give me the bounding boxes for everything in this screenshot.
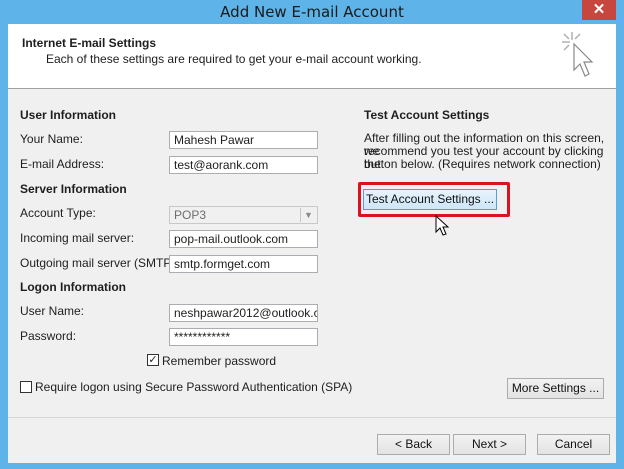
title-bar: Add New E-mail Account ✕: [0, 0, 624, 24]
user-name-label: User Name:: [20, 304, 85, 318]
back-button[interactable]: < Back: [377, 434, 450, 455]
check-icon: ✓: [148, 354, 158, 366]
window-border-right: [616, 24, 624, 469]
account-type-label: Account Type:: [20, 206, 96, 220]
logon-info-heading: Logon Information: [20, 280, 126, 294]
wizard-header: Internet E-mail Settings Each of these s…: [8, 24, 616, 89]
window-border-left: [0, 24, 8, 469]
add-email-account-window: Add New E-mail Account ✕ Internet E-mail…: [0, 0, 624, 469]
account-type-dropdown: POP3 ▼: [169, 206, 318, 224]
window-border-bottom: [0, 463, 624, 469]
server-info-heading: Server Information: [20, 182, 127, 196]
outgoing-server-label: Outgoing mail server (SMTP):: [20, 256, 179, 270]
more-settings-button[interactable]: More Settings ...: [507, 378, 604, 399]
window-title: Add New E-mail Account: [220, 3, 404, 21]
email-address-label: E-mail Address:: [20, 157, 105, 171]
wizard-cursor-icon: [562, 32, 594, 77]
password-label: Password:: [20, 329, 77, 343]
spa-checkbox[interactable]: [20, 381, 32, 393]
incoming-server-field[interactable]: pop-mail.outlook.com: [169, 230, 318, 248]
incoming-server-label: Incoming mail server:: [20, 231, 135, 245]
footer-divider: [8, 417, 616, 418]
next-button[interactable]: Next >: [453, 434, 526, 455]
your-name-label: Your Name:: [20, 132, 83, 146]
user-name-field[interactable]: neshpawar2012@outlook.com: [169, 304, 318, 322]
account-type-value: POP3: [174, 208, 207, 222]
password-field[interactable]: ************: [169, 328, 318, 346]
outgoing-server-field[interactable]: smtp.formget.com: [169, 255, 318, 273]
test-account-settings-button[interactable]: Test Account Settings ...: [363, 189, 497, 210]
close-button[interactable]: ✕: [582, 0, 616, 20]
header-title: Internet E-mail Settings: [22, 36, 157, 50]
remember-password-label: Remember password: [162, 354, 277, 368]
header-subtitle: Each of these settings are required to g…: [46, 52, 422, 66]
spa-label: Require logon using Secure Password Auth…: [35, 380, 353, 394]
email-address-field[interactable]: test@aorank.com: [169, 156, 318, 174]
mouse-pointer-icon: [435, 215, 449, 236]
cancel-button[interactable]: Cancel: [537, 434, 610, 455]
wizard-body: User Information Your Name: Mahesh Pawar…: [8, 90, 616, 416]
test-settings-heading: Test Account Settings: [364, 108, 490, 122]
your-name-field[interactable]: Mahesh Pawar: [169, 131, 318, 149]
close-icon: ✕: [592, 1, 606, 18]
remember-password-checkbox[interactable]: ✓: [147, 354, 159, 366]
chevron-down-icon: ▼: [300, 208, 316, 222]
test-settings-description-3: button below. (Requires network connecti…: [364, 157, 601, 171]
user-info-heading: User Information: [20, 108, 117, 122]
